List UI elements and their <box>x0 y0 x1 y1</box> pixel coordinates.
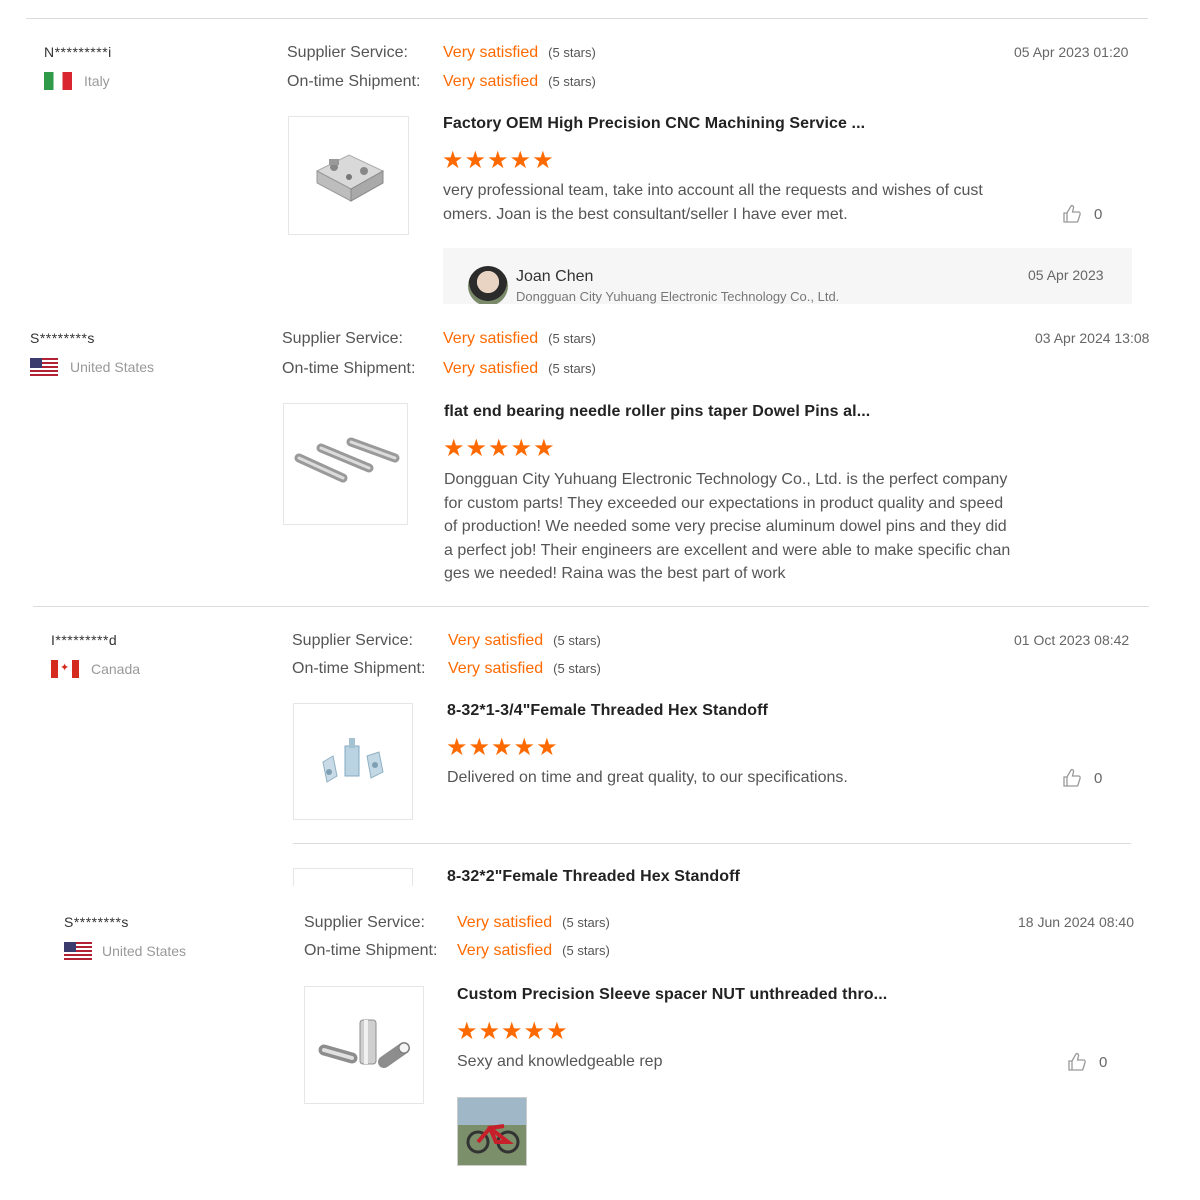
country-label: Canada <box>91 661 141 677</box>
supplier-service-stars: (5 stars) <box>548 45 596 60</box>
review-divider <box>33 606 1149 607</box>
reviewer-name: I*********d <box>51 632 118 648</box>
review-photo[interactable] <box>457 1097 527 1166</box>
review-text: Sexy and knowledgeable rep <box>457 1053 663 1070</box>
country-label: United States <box>102 943 187 959</box>
shipment-label: On-time Shipment: <box>282 360 416 377</box>
shipment-rating: On-time Shipment: Very satisfied (5 star… <box>292 660 601 678</box>
like-count: 0 <box>1094 769 1103 787</box>
review-card: S********s United States Supplier Servic… <box>0 316 1200 594</box>
supplier-service-label: Supplier Service: <box>304 914 425 931</box>
review-card: N*********i Italy Supplier Service: Very… <box>0 30 1200 304</box>
star-rating: ★★★★★ <box>442 147 555 174</box>
star-rating: ★★★★★ <box>456 1018 569 1045</box>
review-text: Dongguan City Yuhuang Electronic Technol… <box>444 471 1011 582</box>
product-thumbnail[interactable] <box>304 986 424 1104</box>
product-title-link[interactable]: Factory OEM High Precision CNC Machining… <box>443 115 865 133</box>
reviewer-country: Italy <box>44 72 110 90</box>
review-date: 01 Oct 2023 08:42 <box>1014 632 1130 648</box>
supplier-reply: Joan Chen Dongguan City Yuhuang Electron… <box>443 248 1132 304</box>
shipment-stars: (5 stars) <box>553 661 601 676</box>
like-button[interactable]: 0 <box>1062 768 1102 788</box>
usa-flag-icon <box>64 942 92 960</box>
review-card: I*********d Canada Supplier Service: Ver… <box>0 618 1200 886</box>
shipment-value: Very satisfied <box>443 73 539 90</box>
shipment-stars: (5 stars) <box>562 943 610 958</box>
product-thumbnail[interactable] <box>288 116 409 235</box>
shipment-label: On-time Shipment: <box>287 73 421 90</box>
review-text: Delivered on time and great quality, to … <box>447 769 848 786</box>
shipment-value: Very satisfied <box>443 360 539 377</box>
thumbs-up-icon <box>1063 204 1081 223</box>
shipment-label: On-time Shipment: <box>292 660 426 677</box>
supplier-service-label: Supplier Service: <box>282 330 403 347</box>
star-rating: ★★★★★ <box>446 734 559 761</box>
sleeve-spacer-image <box>318 1019 410 1068</box>
shipment-label: On-time Shipment: <box>304 942 438 959</box>
cnc-part-image <box>315 153 384 202</box>
country-label: United States <box>70 359 155 375</box>
review-card: S********s United States Supplier Servic… <box>0 900 1200 1200</box>
product-thumbnail[interactable] <box>293 703 413 820</box>
product-title-link[interactable]: 8-32*2"Female Threaded Hex Standoff <box>447 868 740 886</box>
top-divider <box>26 18 1148 19</box>
supplier-service-value: Very satisfied <box>457 914 553 931</box>
reviewer-name: S********s <box>64 914 129 930</box>
shipment-stars: (5 stars) <box>548 74 596 89</box>
shipment-stars: (5 stars) <box>548 361 596 376</box>
star-rating: ★★★★★ <box>443 435 556 462</box>
supplier-service-rating: Supplier Service: Very satisfied (5 star… <box>282 330 596 348</box>
shipment-rating: On-time Shipment: Very satisfied (5 star… <box>287 73 596 91</box>
italy-flag-icon <box>44 72 72 90</box>
supplier-service-value: Very satisfied <box>443 330 539 347</box>
supplier-service-stars: (5 stars) <box>553 633 601 648</box>
review-date: 03 Apr 2024 13:08 <box>1035 330 1150 346</box>
reviewer-name: N*********i <box>44 44 112 60</box>
supplier-service-label: Supplier Service: <box>292 632 413 649</box>
reviewer-country: United States <box>64 942 186 960</box>
product-title-link[interactable]: Custom Precision Sleeve spacer NUT unthr… <box>457 986 887 1004</box>
dowel-pins-image <box>294 437 399 483</box>
product-thumbnail[interactable] <box>283 403 408 525</box>
canada-flag-icon <box>51 660 79 678</box>
supplier-service-stars: (5 stars) <box>562 915 610 930</box>
avatar <box>468 266 508 304</box>
product-thumbnail[interactable] <box>293 868 413 886</box>
supplier-service-rating: Supplier Service: Very satisfied (5 star… <box>304 914 610 932</box>
shipment-rating: On-time Shipment: Very satisfied (5 star… <box>282 360 596 378</box>
country-label: Italy <box>84 73 110 89</box>
usa-flag-icon <box>30 358 58 376</box>
shipment-value: Very satisfied <box>448 660 544 677</box>
like-count: 0 <box>1094 205 1103 223</box>
hex-standoff-image <box>322 737 384 783</box>
reply-date: 05 Apr 2023 <box>1028 267 1104 283</box>
supplier-service-value: Very satisfied <box>443 44 539 61</box>
reviewer-country: Canada <box>51 660 140 678</box>
supplier-service-stars: (5 stars) <box>548 331 596 346</box>
supplier-service-label: Supplier Service: <box>287 44 408 61</box>
reviewer-name: S********s <box>30 330 95 346</box>
supplier-service-value: Very satisfied <box>448 632 544 649</box>
shipment-rating: On-time Shipment: Very satisfied (5 star… <box>304 942 610 960</box>
review-text: very professional team, take into accoun… <box>443 182 983 223</box>
product-title-link[interactable]: flat end bearing needle roller pins tape… <box>444 403 870 421</box>
review-date: 05 Apr 2023 01:20 <box>1014 44 1129 60</box>
thumbs-up-icon <box>1063 768 1081 787</box>
like-button[interactable]: 0 <box>1067 1052 1107 1072</box>
supplier-service-rating: Supplier Service: Very satisfied (5 star… <box>287 44 596 62</box>
shipment-value: Very satisfied <box>457 942 553 959</box>
reviewer-country: United States <box>30 358 154 376</box>
product-title-link[interactable]: 8-32*1-3/4"Female Threaded Hex Standoff <box>447 702 768 720</box>
bicycle-photo-image <box>466 1124 520 1154</box>
product-divider <box>293 843 1131 844</box>
review-date: 18 Jun 2024 08:40 <box>1018 914 1134 930</box>
like-button[interactable]: 0 <box>1062 204 1102 224</box>
like-count: 0 <box>1099 1053 1108 1071</box>
reply-author-name: Joan Chen <box>516 268 594 285</box>
reply-company-name: Dongguan City Yuhuang Electronic Technol… <box>516 289 840 304</box>
thumbs-up-icon <box>1068 1052 1086 1071</box>
supplier-service-rating: Supplier Service: Very satisfied (5 star… <box>292 632 601 650</box>
